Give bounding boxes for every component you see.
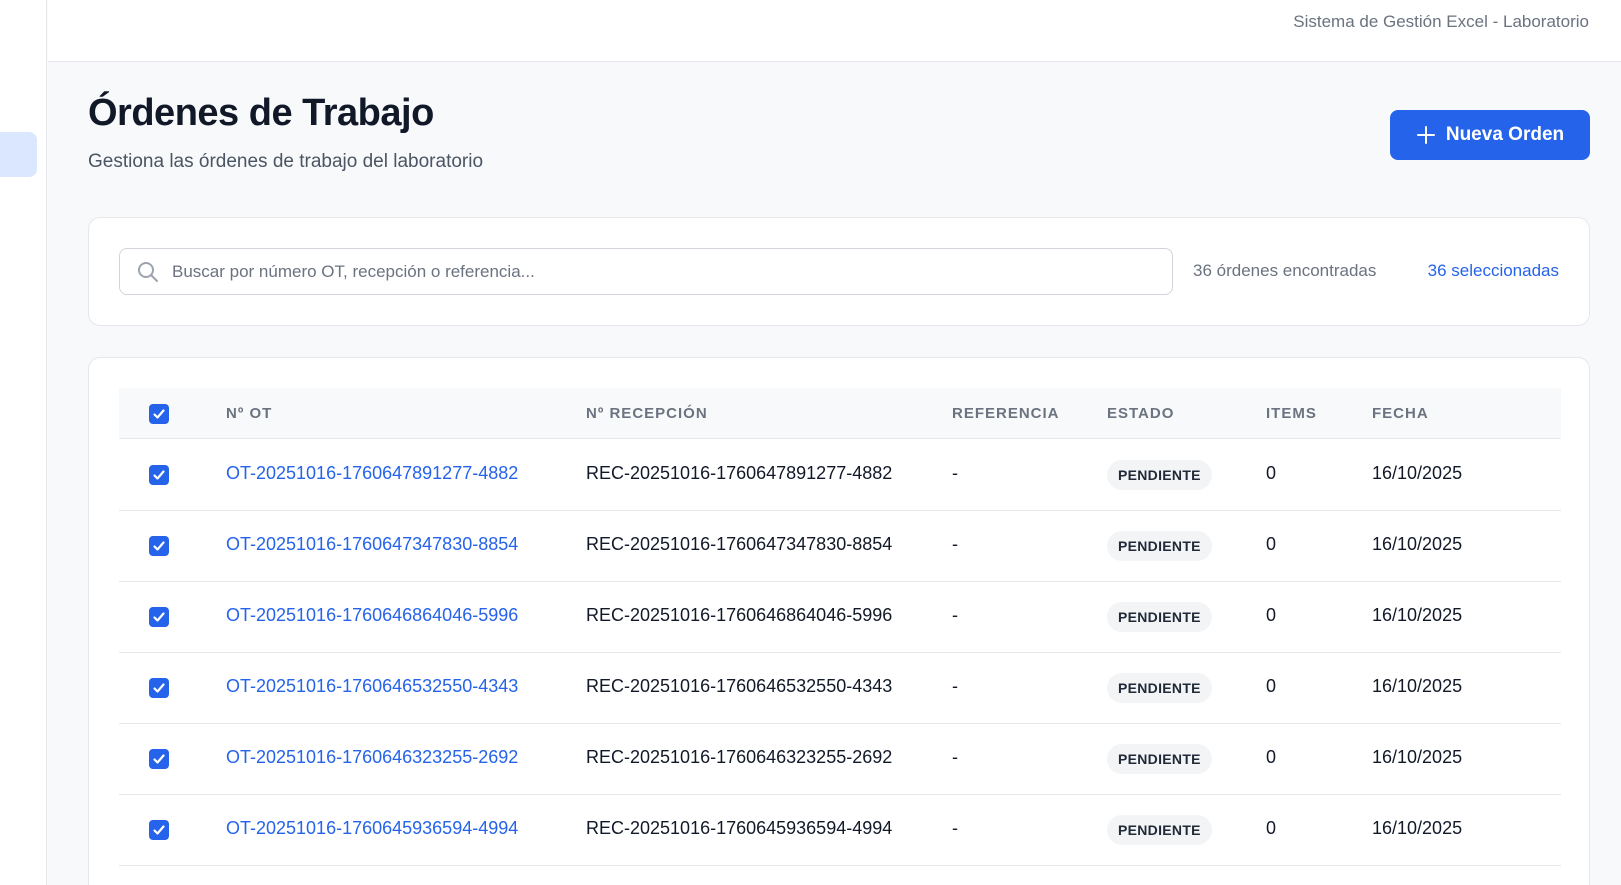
- table-row[interactable]: OT-20251016-1760646864046-5996 REC-20251…: [119, 582, 1561, 653]
- items-cell: 0: [1266, 818, 1277, 838]
- fecha-cell: 16/10/2025: [1372, 605, 1463, 625]
- fecha-cell: 16/10/2025: [1372, 676, 1463, 696]
- plus-icon: [1416, 125, 1436, 145]
- status-badge: PENDIENTE: [1107, 744, 1212, 774]
- column-header-items[interactable]: ITEMS: [1266, 405, 1317, 422]
- check-icon: [153, 612, 165, 622]
- status-badge: PENDIENTE: [1107, 815, 1212, 845]
- search-icon: [136, 260, 160, 284]
- new-order-label: Nueva Orden: [1445, 124, 1565, 145]
- recepcion-cell: REC-20251016-1760646323255-2692: [586, 747, 893, 767]
- column-header-fecha[interactable]: FECHA: [1372, 405, 1429, 422]
- app-title: Sistema de Gestión Excel - Laboratorio: [1293, 12, 1589, 31]
- check-icon: [153, 825, 165, 835]
- ot-link[interactable]: OT-20251016-1760646532550-4343: [226, 676, 518, 697]
- select-all-checkbox[interactable]: [149, 404, 169, 424]
- selected-count-link[interactable]: 36 seleccionadas: [1428, 261, 1559, 281]
- recepcion-cell: REC-20251016-1760646532550-4343: [586, 676, 893, 696]
- status-badge: PENDIENTE: [1107, 602, 1212, 632]
- row-checkbox[interactable]: [149, 678, 169, 698]
- orders-table: Nº OT Nº RECEPCIÓN REFERENCIA ESTADO ITE…: [88, 357, 1590, 885]
- fecha-cell: 16/10/2025: [1372, 463, 1463, 483]
- ot-link[interactable]: OT-20251016-1760645936594-4994: [226, 818, 518, 839]
- ot-link[interactable]: OT-20251016-1760647891277-4882: [226, 463, 518, 484]
- table-row[interactable]: OT-20251016-1760645936594-4994 REC-20251…: [119, 795, 1561, 866]
- page-title: Órdenes de Trabajo: [88, 92, 434, 134]
- status-badge: PENDIENTE: [1107, 673, 1212, 703]
- row-checkbox[interactable]: [149, 820, 169, 840]
- referencia-cell: -: [952, 818, 958, 838]
- new-order-button[interactable]: Nueva Orden: [1390, 110, 1590, 160]
- sidebar-active-item[interactable]: [0, 132, 37, 177]
- search-box[interactable]: [119, 248, 1173, 295]
- row-checkbox[interactable]: [149, 749, 169, 769]
- row-checkbox[interactable]: [149, 607, 169, 627]
- recepcion-cell: REC-20251016-1760646864046-5996: [586, 605, 893, 625]
- column-header-referencia[interactable]: REFERENCIA: [952, 405, 1060, 422]
- items-cell: 0: [1266, 747, 1277, 767]
- items-cell: 0: [1266, 605, 1277, 625]
- table-row[interactable]: OT-20251016-1760646323255-2692 REC-20251…: [119, 724, 1561, 795]
- referencia-cell: -: [952, 463, 958, 483]
- fecha-cell: 16/10/2025: [1372, 747, 1463, 767]
- items-cell: 0: [1266, 463, 1277, 483]
- table-header: Nº OT Nº RECEPCIÓN REFERENCIA ESTADO ITE…: [119, 388, 1561, 439]
- table-row[interactable]: OT-20251016-1760647891277-4882 REC-20251…: [119, 440, 1561, 511]
- search-input[interactable]: [172, 261, 1132, 282]
- recepcion-cell: REC-20251016-1760647891277-4882: [586, 463, 893, 483]
- referencia-cell: -: [952, 747, 958, 767]
- column-header-ot[interactable]: Nº OT: [226, 405, 272, 422]
- referencia-cell: -: [952, 676, 958, 696]
- check-icon: [153, 754, 165, 764]
- search-card: 36 órdenes encontradas 36 seleccionadas: [88, 217, 1590, 326]
- recepcion-cell: REC-20251016-1760645936594-4994: [586, 818, 893, 838]
- ot-link[interactable]: OT-20251016-1760646864046-5996: [226, 605, 518, 626]
- referencia-cell: -: [952, 605, 958, 625]
- row-checkbox[interactable]: [149, 465, 169, 485]
- status-badge: PENDIENTE: [1107, 460, 1212, 490]
- column-header-estado[interactable]: ESTADO: [1107, 405, 1174, 422]
- items-cell: 0: [1266, 534, 1277, 554]
- row-checkbox[interactable]: [149, 536, 169, 556]
- ot-link[interactable]: OT-20251016-1760646323255-2692: [226, 747, 518, 768]
- column-header-recepcion[interactable]: Nº RECEPCIÓN: [586, 405, 708, 422]
- table-row[interactable]: OT-20251016-1760647347830-8854 REC-20251…: [119, 511, 1561, 582]
- recepcion-cell: REC-20251016-1760647347830-8854: [586, 534, 893, 554]
- check-icon: [153, 541, 165, 551]
- results-count: 36 órdenes encontradas: [1193, 261, 1377, 280]
- fecha-cell: 16/10/2025: [1372, 534, 1463, 554]
- items-cell: 0: [1266, 676, 1277, 696]
- table-row[interactable]: OT-20251016-1760646532550-4343 REC-20251…: [119, 653, 1561, 724]
- ot-link[interactable]: OT-20251016-1760647347830-8854: [226, 534, 518, 555]
- check-icon: [153, 683, 165, 693]
- check-icon: [153, 470, 165, 480]
- check-icon: [153, 409, 165, 419]
- fecha-cell: 16/10/2025: [1372, 818, 1463, 838]
- top-bar: Sistema de Gestión Excel - Laboratorio: [48, 0, 1621, 62]
- referencia-cell: -: [952, 534, 958, 554]
- sidebar: [0, 0, 47, 885]
- status-badge: PENDIENTE: [1107, 531, 1212, 561]
- page-subtitle: Gestiona las órdenes de trabajo del labo…: [88, 151, 484, 172]
